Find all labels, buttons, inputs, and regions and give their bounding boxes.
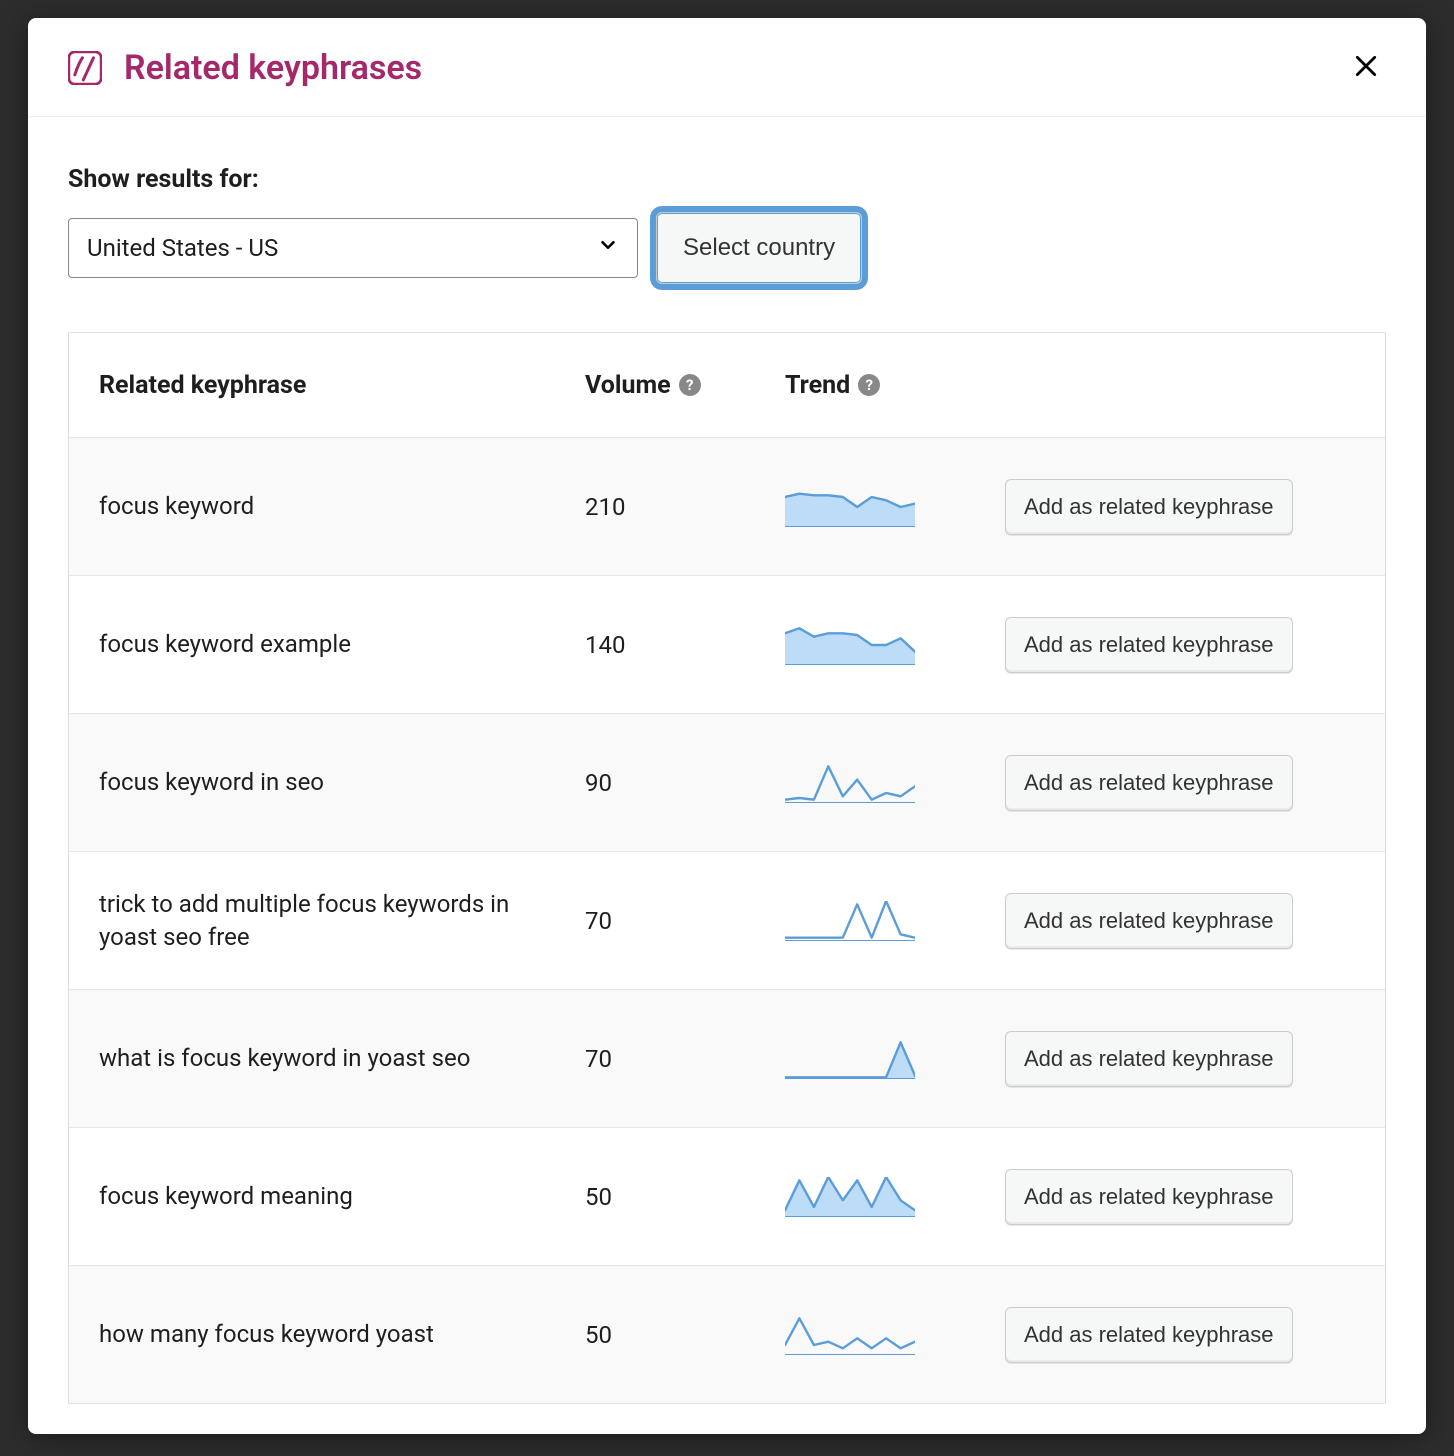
modal-header: Related keyphrases [28, 18, 1426, 117]
close-button[interactable] [1346, 48, 1386, 88]
col-header-trend-label: Trend [785, 371, 850, 400]
cell-trend-sparkline [785, 901, 1005, 941]
table-row: focus keyword 210 Add as related keyphra… [69, 437, 1385, 575]
table-row: focus keyword in seo 90 Add as related k… [69, 713, 1385, 851]
modal-body: Show results for: United States - US Sel… [28, 117, 1426, 1404]
cell-trend-sparkline [785, 763, 1005, 803]
table-row: focus keyword meaning 50 Add as related … [69, 1127, 1385, 1265]
col-header-trend: Trend ? [785, 371, 1005, 400]
cell-keyphrase: focus keyword meaning [99, 1180, 585, 1212]
table-header-row: Related keyphrase Volume ? Trend ? [69, 333, 1385, 437]
cell-trend-sparkline [785, 1039, 1005, 1079]
filter-row: United States - US Select country [68, 212, 1386, 284]
keyphrase-table: Related keyphrase Volume ? Trend ? focus… [68, 332, 1386, 1404]
cell-keyphrase: trick to add multiple focus keywords in … [99, 888, 585, 953]
cell-trend-sparkline [785, 1177, 1005, 1217]
cell-volume: 210 [585, 493, 785, 521]
filter-label: Show results for: [68, 165, 1386, 194]
close-icon [1353, 53, 1379, 83]
col-header-keyphrase-label: Related keyphrase [99, 371, 306, 400]
help-icon[interactable]: ? [858, 374, 880, 396]
add-related-keyphrase-button[interactable]: Add as related keyphrase [1005, 755, 1293, 811]
related-keyphrases-modal: Related keyphrases Show results for: Uni… [28, 18, 1426, 1434]
cell-volume: 50 [585, 1321, 785, 1349]
add-related-keyphrase-button[interactable]: Add as related keyphrase [1005, 479, 1293, 535]
cell-volume: 50 [585, 1183, 785, 1211]
table-row: what is focus keyword in yoast seo 70 Ad… [69, 989, 1385, 1127]
cell-keyphrase: what is focus keyword in yoast seo [99, 1042, 585, 1074]
add-related-keyphrase-button[interactable]: Add as related keyphrase [1005, 893, 1293, 949]
add-related-keyphrase-button[interactable]: Add as related keyphrase [1005, 1031, 1293, 1087]
table-row: trick to add multiple focus keywords in … [69, 851, 1385, 989]
country-select[interactable]: United States - US [68, 218, 638, 278]
cell-keyphrase: focus keyword [99, 490, 585, 522]
table-row: focus keyword example 140 Add as related… [69, 575, 1385, 713]
col-header-volume-label: Volume [585, 371, 671, 400]
cell-trend-sparkline [785, 487, 1005, 527]
cell-keyphrase: focus keyword in seo [99, 766, 585, 798]
col-header-keyphrase: Related keyphrase [99, 371, 585, 400]
help-icon[interactable]: ? [679, 374, 701, 396]
chevron-down-icon [597, 234, 619, 262]
cell-volume: 140 [585, 631, 785, 659]
cell-volume: 70 [585, 907, 785, 935]
yoast-logo-icon [68, 51, 102, 85]
cell-trend-sparkline [785, 1315, 1005, 1355]
country-select-value: United States - US [87, 234, 278, 262]
cell-keyphrase: how many focus keyword yoast [99, 1318, 585, 1350]
add-related-keyphrase-button[interactable]: Add as related keyphrase [1005, 1307, 1293, 1363]
table-row: how many focus keyword yoast 50 Add as r… [69, 1265, 1385, 1403]
select-country-button[interactable]: Select country [656, 212, 862, 284]
cell-volume: 90 [585, 769, 785, 797]
cell-trend-sparkline [785, 625, 1005, 665]
cell-volume: 70 [585, 1045, 785, 1073]
col-header-volume: Volume ? [585, 371, 785, 400]
modal-title: Related keyphrases [124, 48, 1346, 88]
add-related-keyphrase-button[interactable]: Add as related keyphrase [1005, 1169, 1293, 1225]
cell-keyphrase: focus keyword example [99, 628, 585, 660]
add-related-keyphrase-button[interactable]: Add as related keyphrase [1005, 617, 1293, 673]
